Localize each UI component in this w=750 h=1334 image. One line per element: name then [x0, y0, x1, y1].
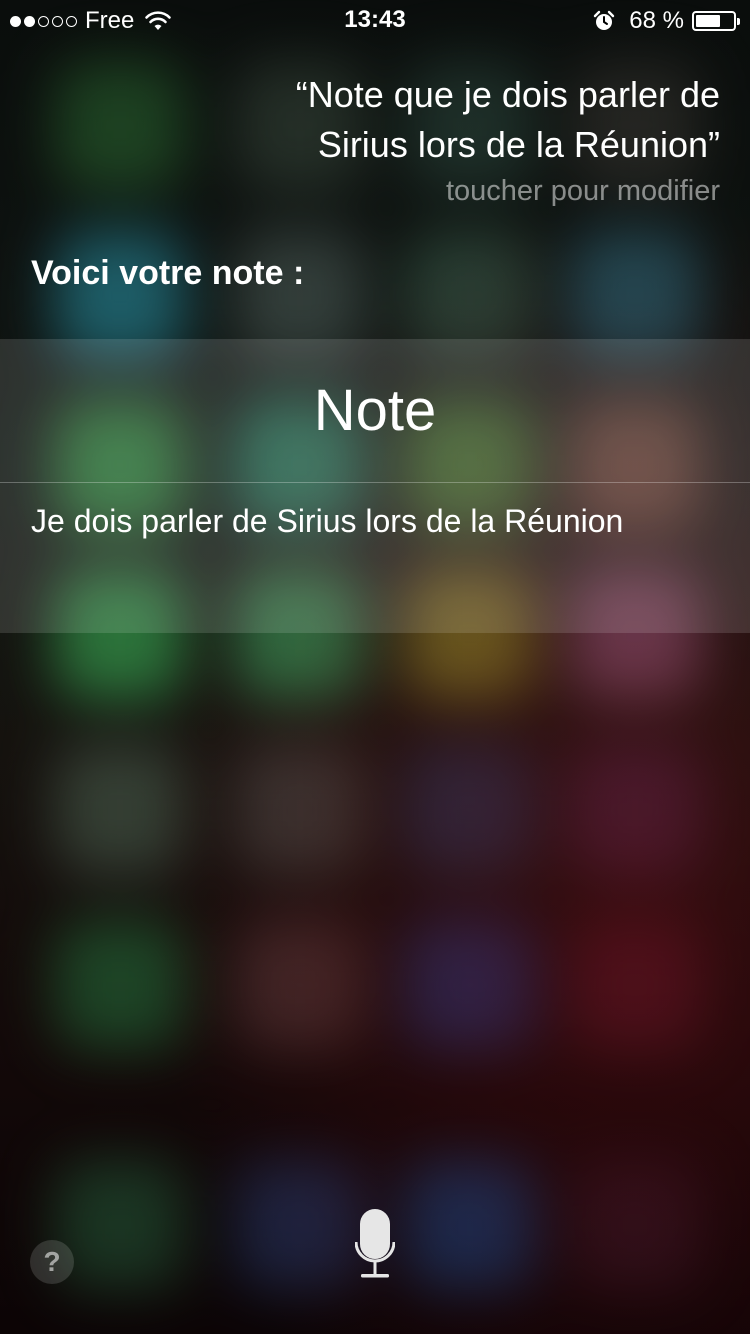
- siri-response: Voici votre note :: [31, 254, 305, 292]
- siri-query-line-2: Sirius lors de la Réunion”: [317, 124, 720, 165]
- siri-screen: Free 13:43 68 % “Note que je dois parler…: [0, 0, 750, 1334]
- note-title: Note: [313, 378, 437, 443]
- help-button[interactable]: ?: [30, 1240, 74, 1284]
- battery-tip: [737, 18, 740, 25]
- note-body: Je dois parler de Sirius lors de la Réun…: [31, 503, 624, 539]
- microphone-icon[interactable]: [355, 1208, 395, 1282]
- siri-query[interactable]: “Note que je dois parler de Sirius lors …: [120, 70, 720, 170]
- battery-icon: [692, 11, 740, 31]
- status-right: 68 %: [593, 7, 740, 35]
- note-divider: [0, 482, 750, 483]
- battery-level-fill: [696, 15, 720, 27]
- battery-percentage: 68 %: [629, 7, 684, 34]
- alarm-icon: [594, 10, 615, 30]
- siri-query-line-1: “Note que je dois parler de: [295, 74, 720, 115]
- status-bar: Free 13:43 68 %: [0, 0, 750, 40]
- note-card[interactable]: Note Je dois parler de Sirius lors de la…: [0, 339, 750, 633]
- tap-to-edit-hint[interactable]: toucher pour modifier: [446, 175, 720, 208]
